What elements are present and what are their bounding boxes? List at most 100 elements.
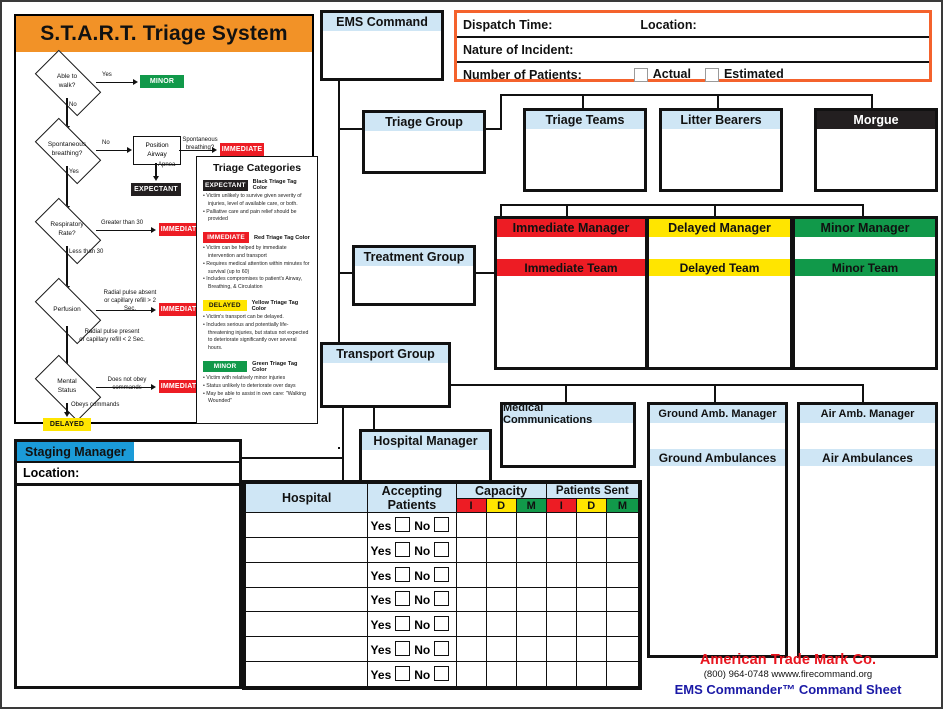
yes-checkbox[interactable]: [395, 666, 411, 682]
capacity-i-cell[interactable]: [455, 611, 487, 638]
accepting-patients-cell[interactable]: Yes No: [367, 661, 457, 687]
capacity-d-cell[interactable]: [485, 661, 517, 687]
sent-i-cell[interactable]: [545, 512, 577, 538]
no-checkbox[interactable]: [434, 566, 450, 582]
yes-checkbox[interactable]: [395, 566, 411, 582]
sent-m-cell[interactable]: [605, 636, 640, 663]
table-row[interactable]: Yes No: [244, 661, 640, 687]
yes-checkbox[interactable]: [395, 541, 411, 557]
hospital-name-cell[interactable]: [244, 611, 369, 638]
staging-notes-area[interactable]: [17, 486, 239, 688]
sent-d-cell[interactable]: [575, 661, 607, 687]
accepting-patients-cell[interactable]: Yes No: [367, 512, 457, 538]
table-row[interactable]: Yes No: [244, 611, 640, 638]
sent-i-cell[interactable]: [545, 636, 577, 663]
air-amb-manager-write-area[interactable]: [800, 423, 935, 449]
yes-checkbox[interactable]: [395, 616, 411, 632]
accepting-patients-cell[interactable]: Yes No: [367, 586, 457, 613]
box-medical-communications[interactable]: Medical Communications: [500, 402, 636, 468]
hospital-name-cell[interactable]: [244, 636, 369, 663]
estimated-checkbox-wrap[interactable]: Estimated: [704, 67, 784, 82]
estimated-checkbox[interactable]: [704, 67, 719, 82]
dispatch-time-row[interactable]: Dispatch Time: Location:: [457, 13, 929, 38]
capacity-d-cell[interactable]: [485, 611, 517, 638]
capacity-d-cell[interactable]: [485, 512, 517, 538]
capacity-m-cell[interactable]: [515, 586, 547, 613]
capacity-d-cell[interactable]: [485, 636, 517, 663]
accepting-patients-cell[interactable]: Yes No: [367, 561, 457, 588]
yes-checkbox[interactable]: [395, 591, 411, 607]
yes-checkbox[interactable]: [395, 641, 411, 657]
box-treatment-group[interactable]: Treatment Group: [352, 245, 476, 306]
nature-of-incident-row[interactable]: Nature of Incident:: [457, 38, 929, 63]
sent-d-cell[interactable]: [575, 586, 607, 613]
table-row[interactable]: Yes No: [244, 561, 640, 588]
hospital-table[interactable]: Hospital Accepting Patients Capacity Pat…: [242, 480, 642, 690]
no-checkbox[interactable]: [434, 616, 450, 632]
table-row[interactable]: Yes No: [244, 536, 640, 563]
capacity-i-cell[interactable]: [455, 512, 487, 538]
capacity-m-cell[interactable]: [515, 512, 547, 538]
box-morgue[interactable]: Morgue: [814, 108, 938, 192]
sent-d-cell[interactable]: [575, 536, 607, 563]
accepting-patients-cell[interactable]: Yes No: [367, 536, 457, 563]
capacity-i-cell[interactable]: [455, 536, 487, 563]
sent-i-cell[interactable]: [545, 536, 577, 563]
hospital-name-cell[interactable]: [244, 561, 369, 588]
sent-d-cell[interactable]: [575, 636, 607, 663]
box-triage-group[interactable]: Triage Group: [362, 110, 486, 174]
delayed-manager-write-area[interactable]: [649, 237, 790, 259]
no-checkbox[interactable]: [434, 541, 450, 557]
hospital-name-cell[interactable]: [244, 512, 369, 538]
sent-m-cell[interactable]: [605, 586, 640, 613]
table-row[interactable]: Yes No: [244, 586, 640, 613]
box-triage-teams[interactable]: Triage Teams: [523, 108, 647, 192]
capacity-i-cell[interactable]: [455, 561, 487, 588]
box-immediate[interactable]: Immediate Manager Immediate Team: [494, 216, 648, 370]
hospital-name-cell[interactable]: [244, 661, 369, 687]
minor-manager-write-area[interactable]: [795, 237, 935, 259]
capacity-m-cell[interactable]: [515, 536, 547, 563]
sent-i-cell[interactable]: [545, 661, 577, 687]
capacity-d-cell[interactable]: [485, 536, 517, 563]
immediate-manager-write-area[interactable]: [497, 237, 645, 259]
box-air-ambulance[interactable]: Air Amb. Manager Air Ambulances: [797, 402, 938, 658]
capacity-m-cell[interactable]: [515, 636, 547, 663]
box-litter-bearers[interactable]: Litter Bearers: [659, 108, 783, 192]
sent-i-cell[interactable]: [545, 611, 577, 638]
ground-amb-manager-write-area[interactable]: [650, 423, 785, 449]
capacity-m-cell[interactable]: [515, 561, 547, 588]
sent-m-cell[interactable]: [605, 611, 640, 638]
yes-checkbox[interactable]: [395, 516, 411, 532]
sent-d-cell[interactable]: [575, 512, 607, 538]
actual-checkbox[interactable]: [633, 67, 648, 82]
actual-checkbox-wrap[interactable]: Actual: [633, 67, 691, 82]
number-of-patients-row[interactable]: Number of Patients: Actual Estimated: [457, 63, 929, 86]
hospital-name-cell[interactable]: [244, 586, 369, 613]
sent-m-cell[interactable]: [605, 561, 640, 588]
accepting-patients-cell[interactable]: Yes No: [367, 636, 457, 663]
accepting-patients-cell[interactable]: Yes No: [367, 611, 457, 638]
table-row[interactable]: Yes No: [244, 636, 640, 663]
box-minor[interactable]: Minor Manager Minor Team: [792, 216, 938, 370]
table-row[interactable]: Yes No: [244, 512, 640, 538]
capacity-m-cell[interactable]: [515, 661, 547, 687]
no-checkbox[interactable]: [434, 516, 450, 532]
capacity-d-cell[interactable]: [485, 586, 517, 613]
no-checkbox[interactable]: [434, 591, 450, 607]
box-transport-group[interactable]: Transport Group: [320, 342, 451, 408]
sent-d-cell[interactable]: [575, 561, 607, 588]
staging-location-row[interactable]: Location:: [17, 461, 239, 486]
box-ground-ambulance[interactable]: Ground Amb. Manager Ground Ambulances: [647, 402, 788, 658]
sent-i-cell[interactable]: [545, 586, 577, 613]
box-delayed[interactable]: Delayed Manager Delayed Team: [646, 216, 793, 370]
box-ems-command[interactable]: EMS Command: [320, 10, 444, 81]
capacity-d-cell[interactable]: [485, 561, 517, 588]
sent-m-cell[interactable]: [605, 536, 640, 563]
sent-m-cell[interactable]: [605, 512, 640, 538]
no-checkbox[interactable]: [434, 641, 450, 657]
capacity-i-cell[interactable]: [455, 661, 487, 687]
capacity-m-cell[interactable]: [515, 611, 547, 638]
capacity-i-cell[interactable]: [455, 636, 487, 663]
sent-i-cell[interactable]: [545, 561, 577, 588]
